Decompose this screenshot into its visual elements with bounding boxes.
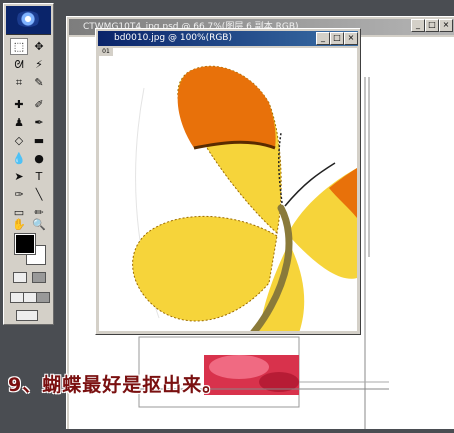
- path-selection-tool-icon[interactable]: ➤: [10, 168, 28, 185]
- crop-tool-icon[interactable]: ⌗: [10, 74, 28, 91]
- front-document-window: bd0010.jpg @ 100%(RGB) _ □ × 01: [95, 28, 361, 335]
- brush-tool-icon[interactable]: ✐: [30, 96, 48, 113]
- jump-to-imageready-icon[interactable]: [16, 310, 38, 321]
- eye-icon: [15, 11, 41, 27]
- eraser-tool-icon[interactable]: ◇: [10, 132, 28, 149]
- slice-tool-icon[interactable]: ✎: [30, 74, 48, 91]
- healing-brush-tool-icon[interactable]: ✚: [10, 96, 28, 113]
- quick-mask-mode-icon[interactable]: [32, 272, 46, 283]
- front-minimize-button[interactable]: _: [316, 32, 330, 45]
- front-document-canvas[interactable]: 01: [99, 48, 357, 331]
- toolbox-panel: ⬚ ✥ ᘛ ⚡ ⌗ ✎ ✚ ✐ ♟ ✒ ◇ ▬ 💧 ● ➤ T ✑ ╲ ▭ ✏ …: [3, 3, 54, 325]
- standard-screen-icon[interactable]: [10, 292, 24, 303]
- tutorial-step-caption: 9、蝴蝶最好是抠出来。: [8, 374, 223, 396]
- front-close-button[interactable]: ×: [344, 32, 358, 45]
- front-maximize-button[interactable]: □: [330, 32, 344, 45]
- standard-mode-icon[interactable]: [13, 272, 27, 283]
- clone-stamp-tool-icon[interactable]: ♟: [10, 114, 28, 131]
- line-tool-icon[interactable]: ╲: [30, 186, 48, 203]
- full-screen-menu-icon[interactable]: [23, 292, 37, 303]
- type-tool-icon[interactable]: T: [30, 168, 48, 185]
- ruler-origin-label: 01: [99, 48, 113, 56]
- hand-tool-icon[interactable]: ✋: [10, 216, 28, 233]
- lasso-tool-icon[interactable]: ᘛ: [10, 56, 28, 73]
- back-minimize-button[interactable]: _: [411, 19, 425, 32]
- magic-wand-tool-icon[interactable]: ⚡: [30, 56, 48, 73]
- foreground-color-swatch[interactable]: [14, 233, 36, 255]
- move-tool-icon[interactable]: ✥: [30, 38, 48, 55]
- history-brush-tool-icon[interactable]: ✒: [30, 114, 48, 131]
- full-screen-icon[interactable]: [36, 292, 50, 303]
- back-close-button[interactable]: ×: [439, 19, 453, 32]
- zoom-tool-icon[interactable]: 🔍: [30, 216, 48, 233]
- pen-tool-icon[interactable]: ✑: [10, 186, 28, 203]
- dodge-tool-icon[interactable]: ●: [30, 150, 48, 167]
- back-maximize-button[interactable]: □: [425, 19, 439, 32]
- gradient-tool-icon[interactable]: ▬: [30, 132, 48, 149]
- butterfly-image: [99, 48, 357, 331]
- blur-tool-icon[interactable]: 💧: [10, 150, 28, 167]
- photoshop-eye-logo[interactable]: [6, 6, 51, 35]
- marquee-tool-icon[interactable]: ⬚: [10, 38, 28, 55]
